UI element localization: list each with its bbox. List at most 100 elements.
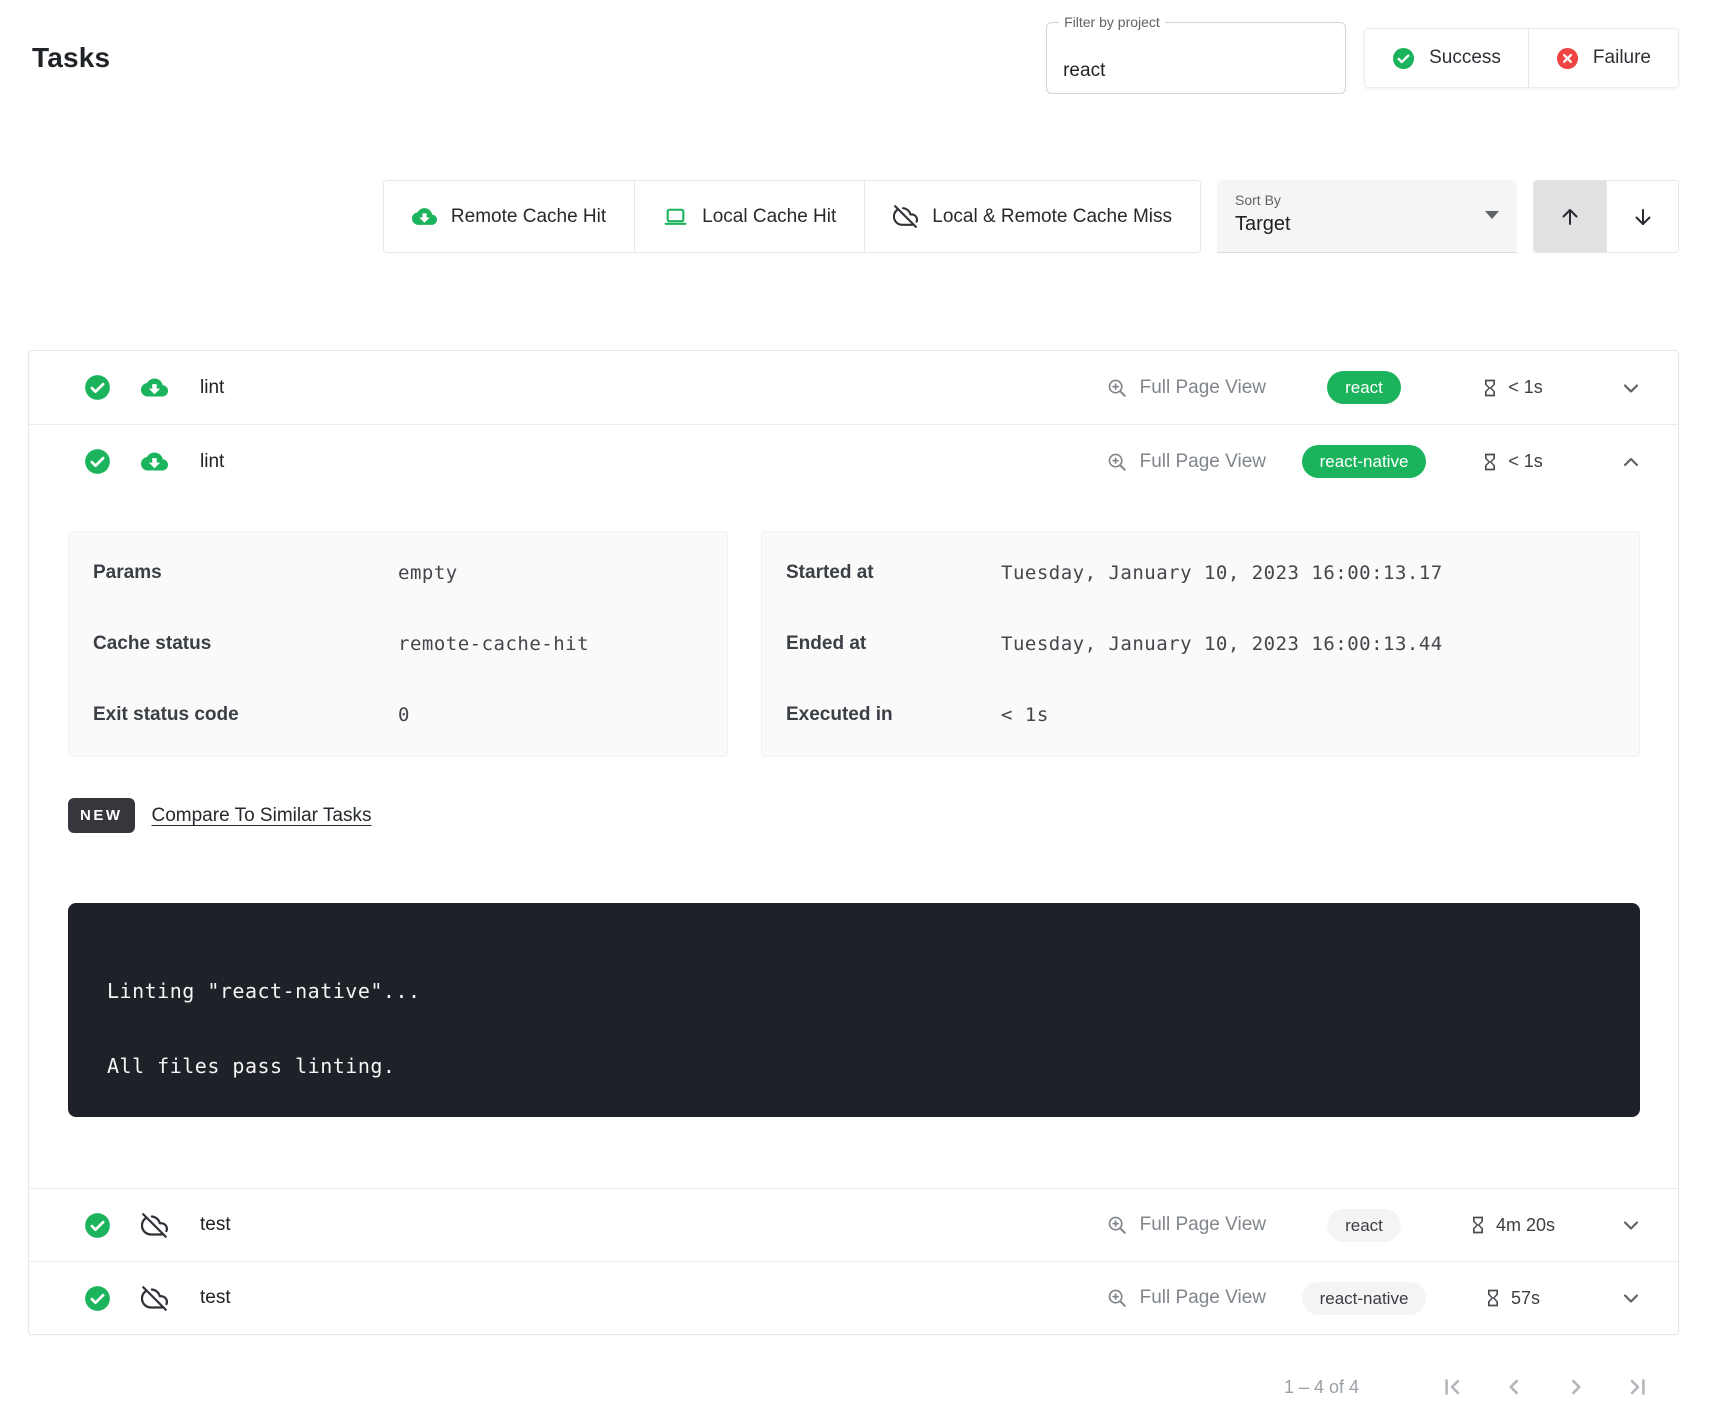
expand-row-button[interactable] xyxy=(1619,1286,1643,1310)
success-filter-label: Success xyxy=(1429,47,1501,69)
task-duration: < 1s xyxy=(1444,377,1579,398)
task-row-lint-react-native: lint Full Page View react-native xyxy=(29,425,1678,498)
project-filter-field[interactable]: Filter by project xyxy=(1046,22,1346,94)
task-row-right: Full Page View react-native < 1s xyxy=(1106,445,1643,478)
terminal-line: All files pass linting. xyxy=(107,1054,1600,1078)
sort-descending-button[interactable] xyxy=(1606,181,1678,252)
sort-by-label: Sort By xyxy=(1235,192,1501,208)
full-page-view-button[interactable]: Full Page View xyxy=(1106,1287,1266,1309)
full-page-view-label: Full Page View xyxy=(1140,377,1266,399)
filters-toolbar: Remote Cache Hit Local Cache Hit Local &… xyxy=(28,180,1679,253)
zoom-in-icon xyxy=(1106,1287,1128,1309)
last-page-button[interactable] xyxy=(1625,1374,1651,1400)
local-cache-hit-label: Local Cache Hit xyxy=(702,206,836,228)
chevron-down-icon xyxy=(1619,1213,1643,1237)
task-name: test xyxy=(200,1214,231,1236)
full-page-view-button[interactable]: Full Page View xyxy=(1106,1214,1266,1236)
task-row-test-react: test Full Page View react 4m 20s xyxy=(29,1188,1678,1261)
tasks-page: Tasks Filter by project Success Failure xyxy=(0,0,1716,1411)
arrow-up-icon xyxy=(1558,205,1582,229)
remote-cache-hit-icon xyxy=(141,374,168,401)
arrow-down-icon xyxy=(1631,205,1655,229)
collapse-row-button[interactable] xyxy=(1619,450,1643,474)
task-duration: < 1s xyxy=(1444,451,1579,472)
task-block-lint-react-native: lint Full Page View react-native xyxy=(29,424,1678,1117)
last-page-icon xyxy=(1625,1374,1651,1400)
task-name: lint xyxy=(200,451,224,473)
remote-cache-hit-icon xyxy=(141,448,168,475)
expand-row-button[interactable] xyxy=(1619,376,1643,400)
remote-cache-hit-filter[interactable]: Remote Cache Hit xyxy=(383,180,635,253)
cache-miss-icon xyxy=(141,1212,168,1239)
task-name: test xyxy=(200,1287,231,1309)
cloud-download-icon xyxy=(412,204,437,229)
params-row: Params empty xyxy=(93,562,703,584)
full-page-view-button[interactable]: Full Page View xyxy=(1106,377,1266,399)
caret-down-icon xyxy=(1485,211,1499,219)
task-row-test-react-native: test Full Page View react-native 57s xyxy=(29,1261,1678,1334)
task-duration: 4m 20s xyxy=(1444,1215,1579,1236)
cloud-off-icon xyxy=(893,204,918,229)
full-page-view-label: Full Page View xyxy=(1140,1214,1266,1236)
task-row-right: Full Page View react 4m 20s xyxy=(1106,1209,1643,1242)
ended-at-label: Ended at xyxy=(786,633,1001,655)
failure-filter-button[interactable]: Failure xyxy=(1528,29,1678,87)
exit-code-value: 0 xyxy=(398,704,703,726)
project-badge[interactable]: react xyxy=(1327,371,1401,404)
task-timing-panel: Started at Tuesday, January 10, 2023 16:… xyxy=(761,531,1640,757)
project-filter-input[interactable] xyxy=(1047,23,1345,93)
top-bar-right: Filter by project Success Failure xyxy=(1046,22,1679,94)
zoom-in-icon xyxy=(1106,377,1128,399)
zoom-in-icon xyxy=(1106,1214,1128,1236)
ended-at-row: Ended at Tuesday, January 10, 2023 16:00… xyxy=(786,633,1615,655)
executed-in-row: Executed in < 1s xyxy=(786,704,1615,726)
previous-page-button[interactable] xyxy=(1501,1374,1527,1400)
task-duration-label: < 1s xyxy=(1508,377,1543,398)
project-badge-slot: react-native xyxy=(1284,1282,1444,1315)
full-page-view-button[interactable]: Full Page View xyxy=(1106,451,1266,473)
next-page-icon xyxy=(1563,1374,1589,1400)
terminal-line: Linting "react-native"... xyxy=(107,979,1600,1003)
project-badge[interactable]: react-native xyxy=(1302,1282,1427,1315)
task-duration: 57s xyxy=(1444,1288,1579,1309)
exit-code-row: Exit status code 0 xyxy=(93,704,703,726)
success-status-icon xyxy=(84,448,111,475)
task-name: lint xyxy=(200,377,224,399)
success-filter-button[interactable]: Success xyxy=(1365,29,1528,87)
started-at-label: Started at xyxy=(786,562,1001,584)
cache-miss-filter[interactable]: Local & Remote Cache Miss xyxy=(864,180,1201,253)
remote-cache-hit-label: Remote Cache Hit xyxy=(451,206,606,228)
first-page-button[interactable] xyxy=(1439,1374,1465,1400)
project-badge[interactable]: react xyxy=(1327,1209,1401,1242)
cache-status-label: Cache status xyxy=(93,633,398,655)
ended-at-value: Tuesday, January 10, 2023 16:00:13.44 xyxy=(1001,633,1615,655)
project-filter-label: Filter by project xyxy=(1059,14,1165,30)
hourglass-icon xyxy=(1483,1288,1503,1308)
status-filter-group: Success Failure xyxy=(1364,28,1679,88)
cache-filter-group: Remote Cache Hit Local Cache Hit Local &… xyxy=(383,180,1201,253)
started-at-row: Started at Tuesday, January 10, 2023 16:… xyxy=(786,562,1615,584)
expand-row-button[interactable] xyxy=(1619,1213,1643,1237)
next-page-button[interactable] xyxy=(1563,1374,1589,1400)
chevron-down-icon xyxy=(1619,1286,1643,1310)
project-badge-slot: react xyxy=(1284,371,1444,404)
executed-in-label: Executed in xyxy=(786,704,1001,726)
sort-ascending-button[interactable] xyxy=(1534,181,1606,252)
compare-to-similar-tasks-link[interactable]: Compare To Similar Tasks xyxy=(152,805,372,827)
top-bar: Tasks Filter by project Success Failure xyxy=(28,0,1679,96)
sort-by-value: Target xyxy=(1235,213,1501,236)
cache-miss-icon xyxy=(141,1285,168,1312)
task-row-lint-react: lint Full Page View react < 1s xyxy=(29,351,1678,424)
hourglass-icon xyxy=(1468,1215,1488,1235)
new-badge: NEW xyxy=(68,798,135,833)
zoom-in-icon xyxy=(1106,451,1128,473)
project-badge[interactable]: react-native xyxy=(1302,445,1427,478)
local-cache-hit-filter[interactable]: Local Cache Hit xyxy=(634,180,865,253)
failure-filter-label: Failure xyxy=(1593,47,1651,69)
cache-status-value: remote-cache-hit xyxy=(398,633,703,655)
executed-in-value: < 1s xyxy=(1001,704,1615,726)
sort-direction-group xyxy=(1533,180,1679,253)
sort-by-select[interactable]: Sort By Target xyxy=(1217,180,1517,253)
previous-page-icon xyxy=(1501,1374,1527,1400)
task-row-left: lint xyxy=(84,448,224,475)
